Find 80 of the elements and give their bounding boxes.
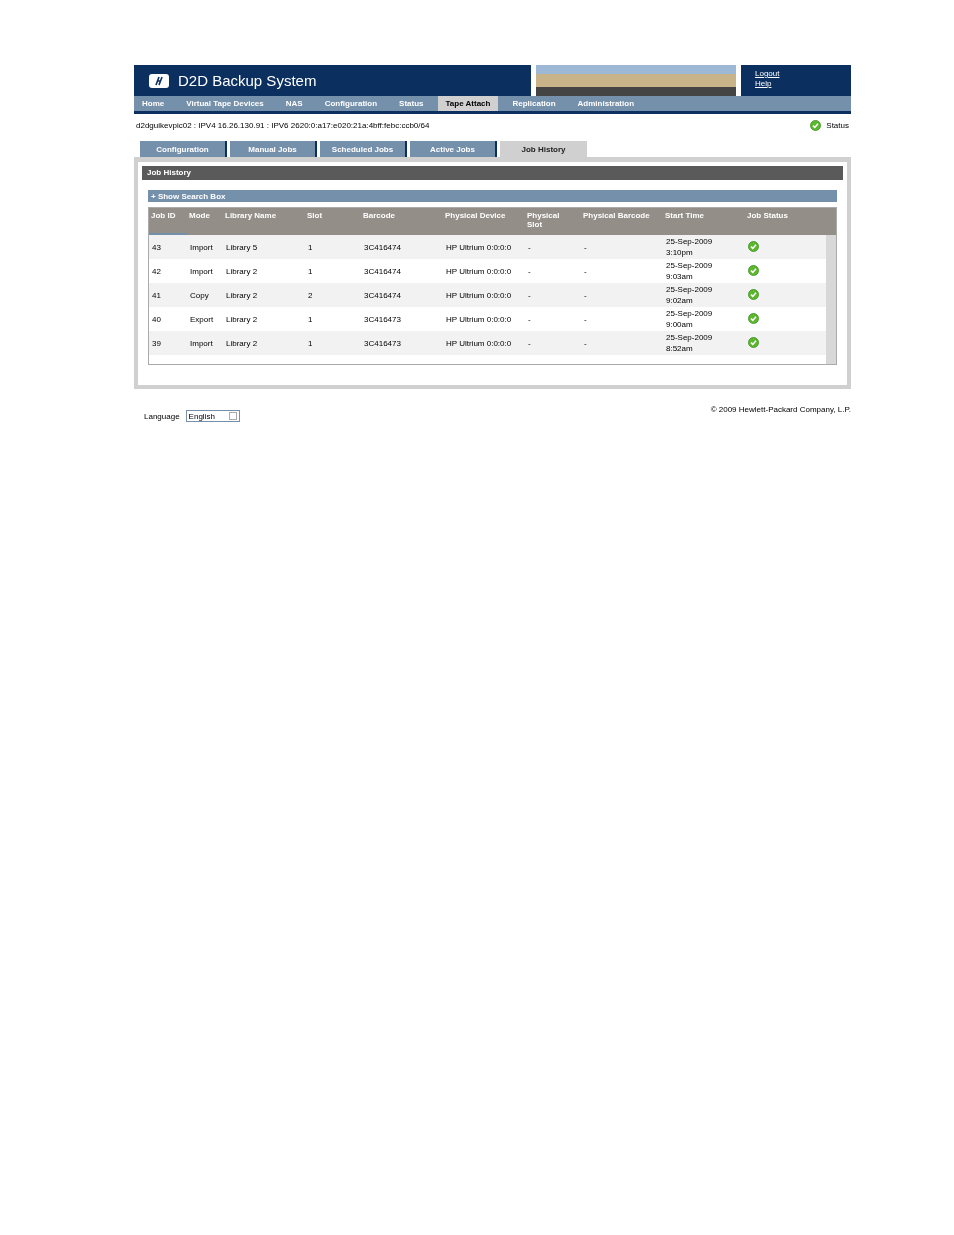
header-link[interactable]: Logout [755,69,851,78]
table-cell-text: 2 [307,290,314,300]
nav-tab[interactable]: Virtual Tape Devices [178,96,272,111]
nav-tab[interactable]: Administration [569,96,643,111]
column-header[interactable]: Physical Device [443,208,525,235]
column-header[interactable]: Physical Slot [525,208,569,235]
table-cell-text: 3C416474 [363,242,402,252]
nav-tab[interactable]: Replication [504,96,564,111]
table-cell-text: 25-Sep-2009 3:10pm [665,236,714,258]
copyright: © 2009 Hewlett-Packard Company, L.P. [710,405,851,416]
table-cell-text: - [527,314,532,324]
table-cell-text: Library 2 [225,290,259,300]
table-cell-text: - [527,242,532,252]
nav-tab[interactable]: Configuration [316,96,386,111]
table-cell-text: Copy [189,290,210,300]
nav-tab[interactable]: Home [134,96,173,111]
table-cell-text: - [527,266,532,276]
search-toggle[interactable]: + Show Search Box [148,190,837,202]
table-cell-text: - [583,290,588,300]
table-cell-text: - [583,242,588,252]
table-cell-text: HP Ultrium 0:0:0:0 [445,266,513,276]
sub-tab[interactable]: Scheduled Jobs [320,141,407,157]
table-cell-text: HP Ultrium 0:0:0:0 [445,290,513,300]
table-cell-text: 1 [307,338,314,348]
table-cell-text: Library 2 [225,266,259,276]
table-cell-text: 40 [151,314,162,324]
table-cell-text: 1 [307,242,314,252]
sub-tab[interactable]: Job History [500,141,587,157]
table-cell-text: - [583,266,588,276]
column-header[interactable]: Physical Barcode [581,208,663,235]
table-cell-text: 25-Sep-2009 9:02am [665,284,714,306]
dropdown-icon [228,412,237,420]
table-cell-text: Library 5 [225,242,259,252]
table-cell-text: 1 [307,266,314,276]
table-cell-text: - [583,314,588,324]
table-cell-text: - [583,338,588,348]
table-cell-text: 41 [151,290,162,300]
sub-tab[interactable]: Manual Jobs [230,141,317,157]
table-cell-text: Export [189,314,215,324]
logo-icon [148,72,170,89]
column-header[interactable]: Start Time [663,208,745,235]
table-cell-text: Import [189,338,214,348]
table-cell-text: 42 [151,266,162,276]
table-cell-text: Library 2 [225,314,259,324]
scrollbar[interactable] [826,235,836,364]
table-cell-text: 25-Sep-2009 8:52am [665,332,714,354]
nav-tab[interactable]: Tape Attach [437,96,499,111]
table-cell-text: 43 [151,242,162,252]
panel-title: Job History [142,166,843,180]
host-info: d2dguikevpic02 : IPV4 16.26.130.91 : IPV6 2620:0:a17:e020:21a:4bff:febc:ccb0/64 [136,120,430,130]
language-select[interactable]: English [185,410,240,422]
table-cell-text: Import [189,242,214,252]
table-cell-text: Import [189,266,214,276]
table-cell-text: HP Ultrium 0:0:0:0 [445,314,513,324]
header-link[interactable]: Help [755,79,851,88]
column-header[interactable]: Barcode [361,208,443,235]
table-cell-text: 39 [151,338,162,348]
table-cell-text: 3C416473 [363,338,402,348]
nav-tab[interactable]: NAS [277,96,311,111]
table-cell-text: 3C416474 [363,290,402,300]
table-cell-text: - [527,290,532,300]
table-cell-text: Library 2 [225,338,259,348]
table-cell-text: 3C416473 [363,314,402,324]
table-cell-text: 25-Sep-2009 9:00am [665,308,714,330]
nav-tab[interactable]: Status [391,96,432,111]
table-cell-text: HP Ultrium 0:0:0:0 [445,338,513,348]
table-cell-text: HP Ultrium 0:0:0:0 [445,242,513,252]
language-label: Language [144,411,180,421]
column-header[interactable]: Mode [187,208,223,235]
table-cell-text: 1 [307,314,314,324]
table-cell-text: - [527,338,532,348]
sub-tab[interactable]: Active Jobs [410,141,497,157]
table-cell-text: 25-Sep-2009 9:03am [665,260,714,282]
column-header[interactable]: Slot [305,208,361,235]
table-cell-text: 3C416474 [363,266,402,276]
app-title: D2D Backup System [178,72,317,89]
column-header[interactable]: Library Name [223,208,305,235]
status-label: Status [826,120,849,130]
sub-tab[interactable]: Configuration [140,141,227,157]
column-header[interactable]: Job Status [745,208,836,235]
